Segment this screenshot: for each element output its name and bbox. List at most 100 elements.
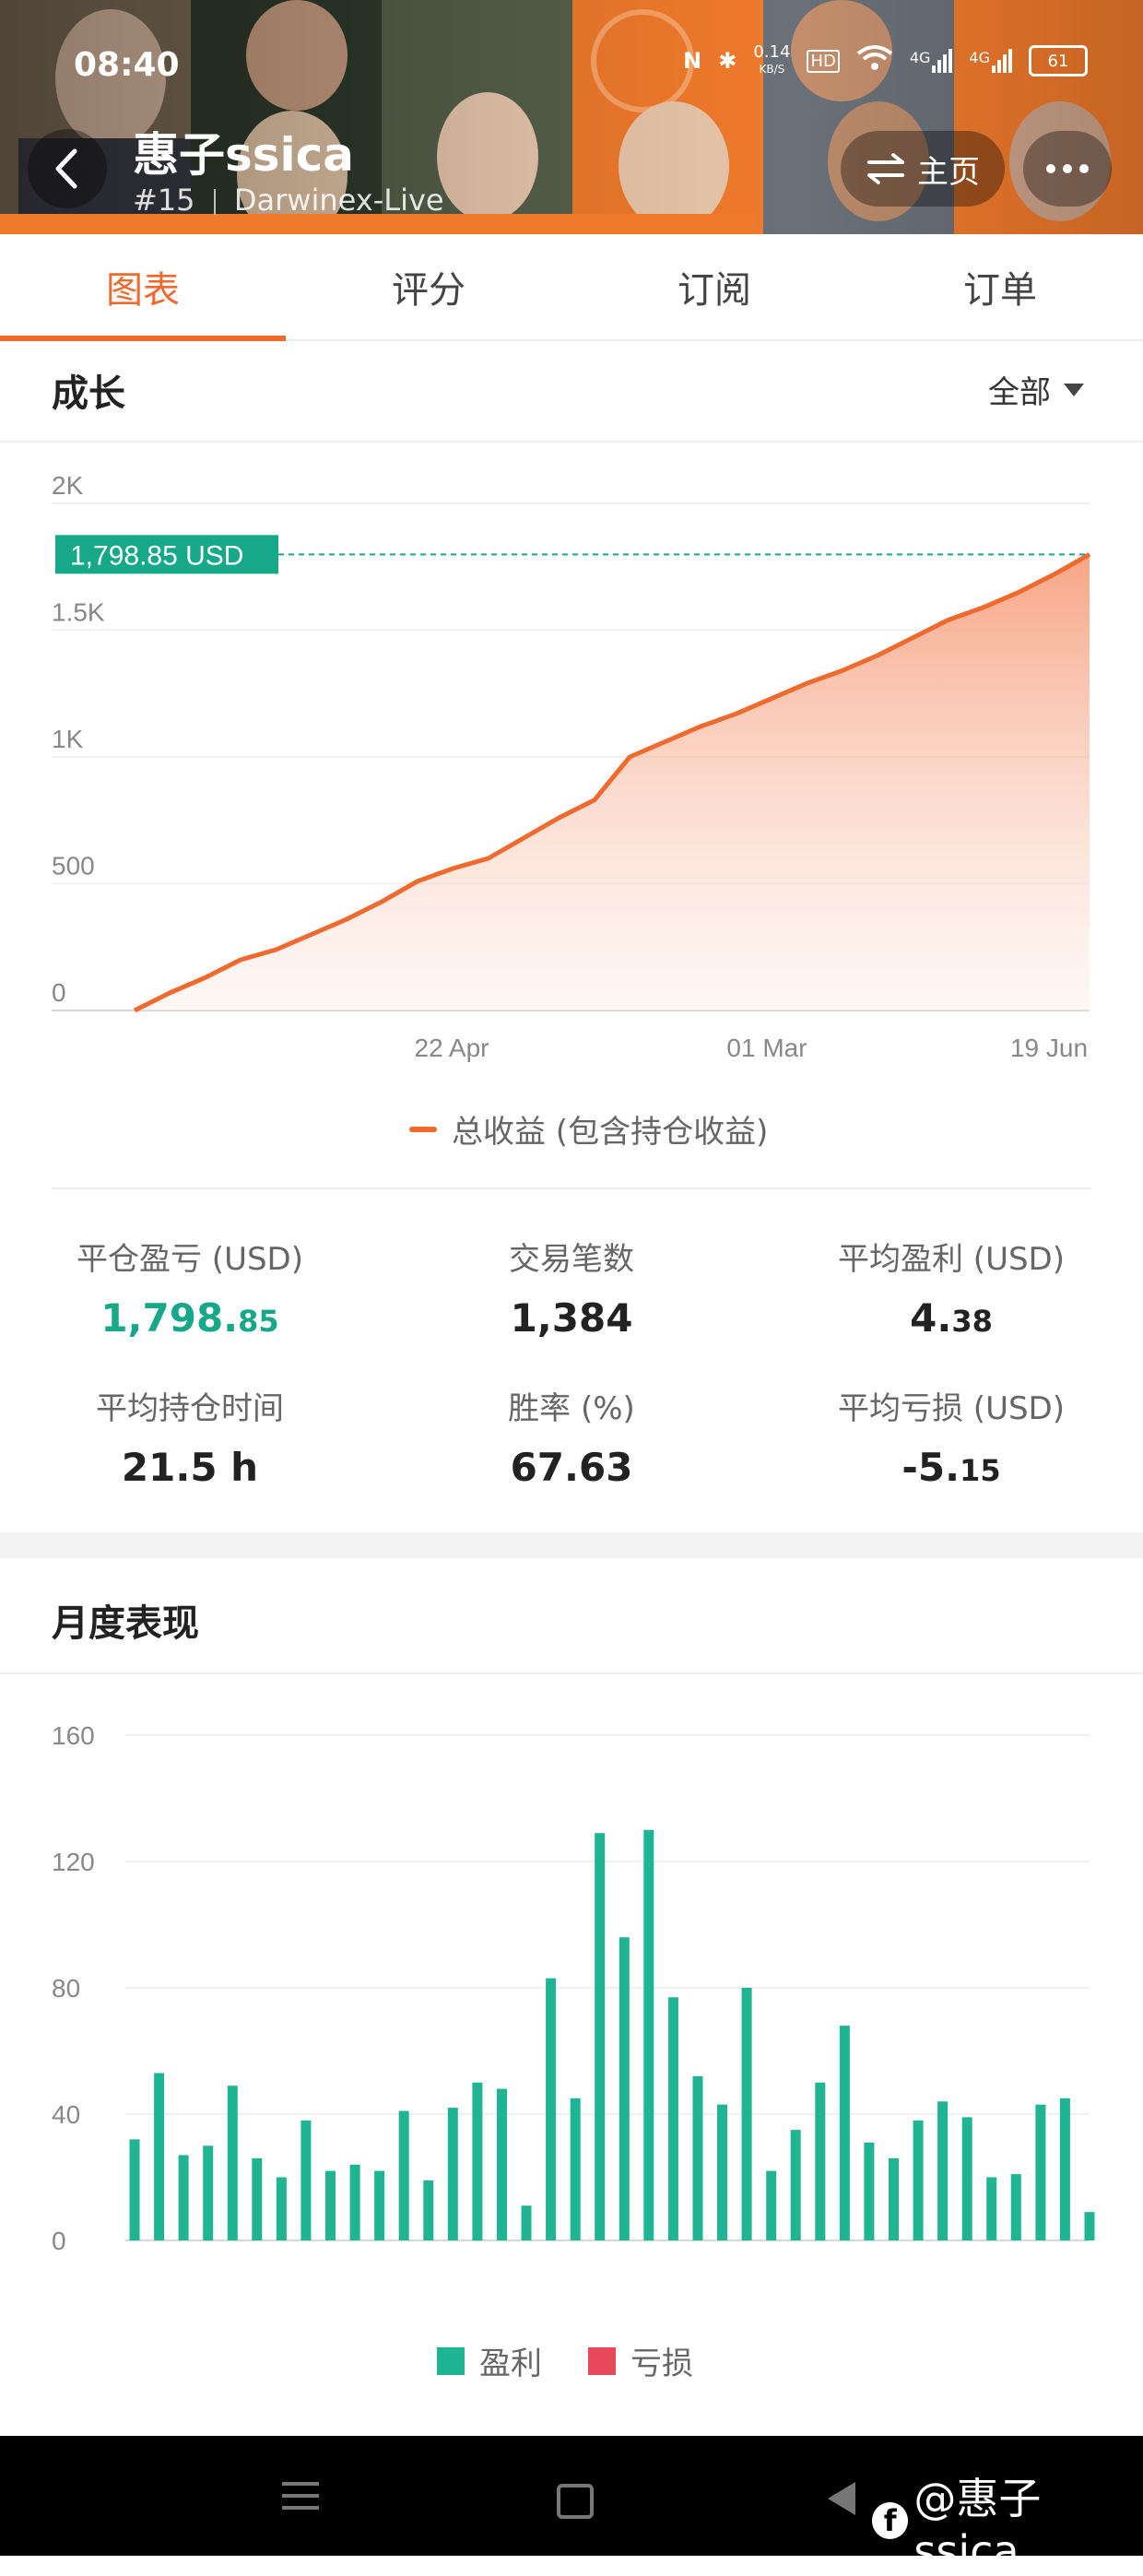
- monthly-bar: [497, 2088, 507, 2240]
- monthly-bar: [300, 2120, 312, 2240]
- monthly-bar: [423, 2180, 434, 2240]
- x-tick-label: 22 Apr: [415, 1034, 489, 1062]
- growth-title: 成长: [52, 372, 125, 415]
- caret-down-icon: [1064, 383, 1084, 396]
- monthly-bar: [129, 2139, 140, 2240]
- y-tick-label: 500: [52, 852, 95, 880]
- monthly-bar: [374, 2170, 385, 2240]
- legend-total-return: 总收益 (包含持仓收益): [452, 1114, 769, 1151]
- stat-avg-profit: 平均盈利 (USD) 4.38: [838, 1241, 1065, 1341]
- watermark: f @惠子ssica: [872, 2465, 1143, 2576]
- y-tick-label: 1K: [52, 725, 84, 753]
- monthly-bar: [398, 2110, 409, 2240]
- facebook-icon: f: [872, 2502, 909, 2539]
- monthly-bar: [913, 2120, 924, 2240]
- monthly-bar: [815, 2082, 826, 2241]
- monthly-bar: [619, 1937, 630, 2240]
- monthly-bar: [1059, 2097, 1070, 2240]
- monthly-bar: [521, 2205, 532, 2240]
- wifi-icon: [856, 44, 893, 77]
- system-nav-bar: f @惠子ssica: [0, 2436, 1143, 2576]
- profile-subtitle: #15 Darwinex-Live: [133, 183, 444, 218]
- tab-orders[interactable]: 订单: [857, 234, 1143, 339]
- profile-rank: #15: [133, 183, 195, 218]
- y-tick-label: 0: [52, 2227, 66, 2255]
- profile-name: 惠子ssica: [133, 128, 355, 182]
- profile-account: Darwinex-Live: [233, 183, 444, 218]
- current-value-text: 1,798.85 USD: [70, 540, 243, 571]
- monthly-bar: [276, 2177, 287, 2240]
- chevron-left-icon: [55, 148, 77, 189]
- monthly-bar: [325, 2170, 336, 2240]
- back-button[interactable]: [28, 129, 107, 208]
- y-tick-label: 120: [52, 1848, 95, 1876]
- monthly-legend: 盈利 亏损: [437, 2338, 693, 2383]
- home-button[interactable]: 主页: [841, 131, 1005, 207]
- stat-trade-count: 交易笔数 1,384: [509, 1241, 634, 1341]
- monthly-bar: [692, 2075, 703, 2240]
- monthly-bar: [154, 2073, 165, 2240]
- signal-icon-1: 4G: [910, 49, 953, 73]
- monthly-bar: [643, 1829, 654, 2241]
- range-label: 全部: [988, 374, 1051, 411]
- status-icons: N ✱ 0.14 KB/S HD 4G 4G 61: [683, 44, 1088, 77]
- monthly-bar: [203, 2145, 214, 2241]
- monthly-bar: [252, 2157, 263, 2240]
- monthly-bar: [937, 2101, 949, 2240]
- legend-line-swatch: [409, 1126, 437, 1132]
- monthly-bar: [790, 2130, 801, 2240]
- more-icon: [1046, 164, 1055, 173]
- monthly-bar: [667, 1997, 678, 2240]
- tab-chart[interactable]: 图表: [0, 234, 286, 341]
- monthly-bar: [546, 1978, 557, 2240]
- growth-legend: 总收益 (包含持仓收益): [409, 1106, 768, 1152]
- legend-profit: 盈利: [479, 2346, 542, 2382]
- y-tick-label: 1.5K: [52, 598, 105, 627]
- monthly-bar: [961, 2117, 972, 2240]
- battery-icon: 61: [1029, 45, 1088, 77]
- nfc-icon: N: [683, 48, 702, 74]
- stat-avg-loss: 平均亏损 (USD) -5.15: [838, 1390, 1065, 1490]
- y-tick-label: 2K: [52, 471, 84, 500]
- range-dropdown[interactable]: 全部: [988, 367, 1084, 412]
- legend-loss-swatch: [588, 2346, 616, 2375]
- monthly-bar: [1010, 2174, 1021, 2240]
- monthly-bar: [839, 2026, 850, 2240]
- y-tick-label: 160: [52, 1721, 95, 1750]
- monthly-bar: [864, 2142, 875, 2240]
- more-button[interactable]: [1023, 131, 1112, 207]
- monthly-bar: [717, 2104, 727, 2240]
- growth-chart: 2K 1.5K 1K 500 0 22 Apr 01 Mar 19 Jun 1,798.85…: [52, 471, 1091, 1062]
- monthly-bar: [1035, 2104, 1046, 2240]
- menu-icon[interactable]: [282, 2482, 319, 2518]
- monthly-bar: [447, 2108, 458, 2240]
- monthly-bar: [889, 2157, 899, 2240]
- swap-icon: [867, 153, 904, 184]
- monthly-chart: 160 120 80 40 0 Feb 2021 Sep 2022 May 2024: [52, 1721, 1095, 2268]
- hd-icon: HD: [807, 49, 840, 73]
- monthly-bar: [570, 2097, 581, 2240]
- y-tick-label: 40: [52, 2100, 80, 2129]
- x-tick-label: 01 Mar: [726, 1034, 807, 1062]
- x-tick-label: 19 Jun: [1010, 1034, 1088, 1062]
- stat-win-rate: 胜率 (%) 67.63: [508, 1390, 635, 1490]
- tab-subscription[interactable]: 订阅: [572, 234, 857, 339]
- monthly-bar: [741, 1988, 752, 2240]
- profile-header: 08:40 N ✱ 0.14 KB/S HD 4G 4G 61 惠子ssica …: [0, 0, 1143, 234]
- signal-icon-2: 4G: [969, 49, 1012, 73]
- legend-loss: 亏损: [630, 2346, 693, 2382]
- x-tick-label: May 2024: [963, 2265, 1077, 2268]
- home-nav-icon[interactable]: [557, 2484, 594, 2519]
- legend-profit-swatch: [437, 2346, 465, 2375]
- monthly-title: 月度表现: [52, 1602, 199, 1645]
- tab-rating[interactable]: 评分: [286, 234, 572, 339]
- back-nav-icon[interactable]: [828, 2482, 855, 2515]
- y-tick-label: 80: [52, 1974, 80, 2003]
- monthly-bar: [178, 2155, 189, 2240]
- monthly-bar: [227, 2086, 238, 2240]
- net-speed: 0.14 KB/S: [753, 42, 791, 77]
- x-tick-label: Sep 2022: [540, 2265, 651, 2268]
- stat-avg-hold-time: 平均持仓时间 21.5 h: [96, 1390, 284, 1490]
- bluetooth-icon: ✱: [718, 48, 737, 74]
- stat-closed-pnl: 平仓盈亏 (USD) 1,798.85: [77, 1241, 303, 1341]
